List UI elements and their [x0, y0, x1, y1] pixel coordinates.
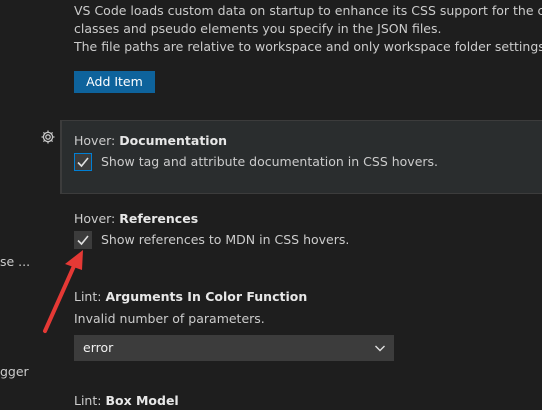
setting-category: Lint: [74, 393, 106, 408]
hover-documentation-checkbox[interactable] [74, 153, 92, 171]
select-value: error [83, 340, 114, 355]
description-line: VS Code loads custom data on startup to … [74, 3, 542, 18]
setting-title: Hover: Documentation [74, 133, 227, 148]
settings-editor: se ... gger VS Code loads custom data on… [0, 0, 542, 410]
setting-category: Hover: [74, 133, 120, 148]
setting-key: References [119, 211, 199, 226]
sidebar-item-fragment[interactable]: se ... [0, 254, 30, 269]
check-icon [77, 235, 89, 246]
setting-title: Lint: Box Model [74, 393, 179, 408]
custom-data-description: VS Code loads custom data on startup to … [74, 2, 542, 56]
setting-title: Lint: Arguments In Color Function [74, 289, 307, 304]
lint-args-select[interactable]: error [74, 335, 394, 361]
setting-key: Box Model [105, 393, 179, 408]
hover-references-checkbox[interactable] [74, 231, 92, 249]
setting-key: Arguments In Color Function [105, 289, 308, 304]
gear-icon[interactable] [40, 129, 56, 145]
setting-description: Invalid number of parameters. [74, 311, 265, 326]
description-line: classes and pseudo elements you specify … [74, 21, 442, 36]
checkbox-label: Show references to MDN in CSS hovers. [101, 232, 350, 247]
setting-key: Documentation [119, 133, 228, 148]
setting-category: Hover: [74, 211, 120, 226]
setting-title: Hover: References [74, 211, 198, 226]
check-icon [77, 157, 89, 168]
add-item-button[interactable]: Add Item [74, 71, 155, 93]
setting-category: Lint: [74, 289, 106, 304]
sidebar-item-fragment[interactable]: gger [0, 364, 29, 379]
description-line: The file paths are relative to workspace… [74, 39, 542, 54]
checkbox-label: Show tag and attribute documentation in … [101, 154, 439, 169]
chevron-down-icon [375, 345, 385, 352]
